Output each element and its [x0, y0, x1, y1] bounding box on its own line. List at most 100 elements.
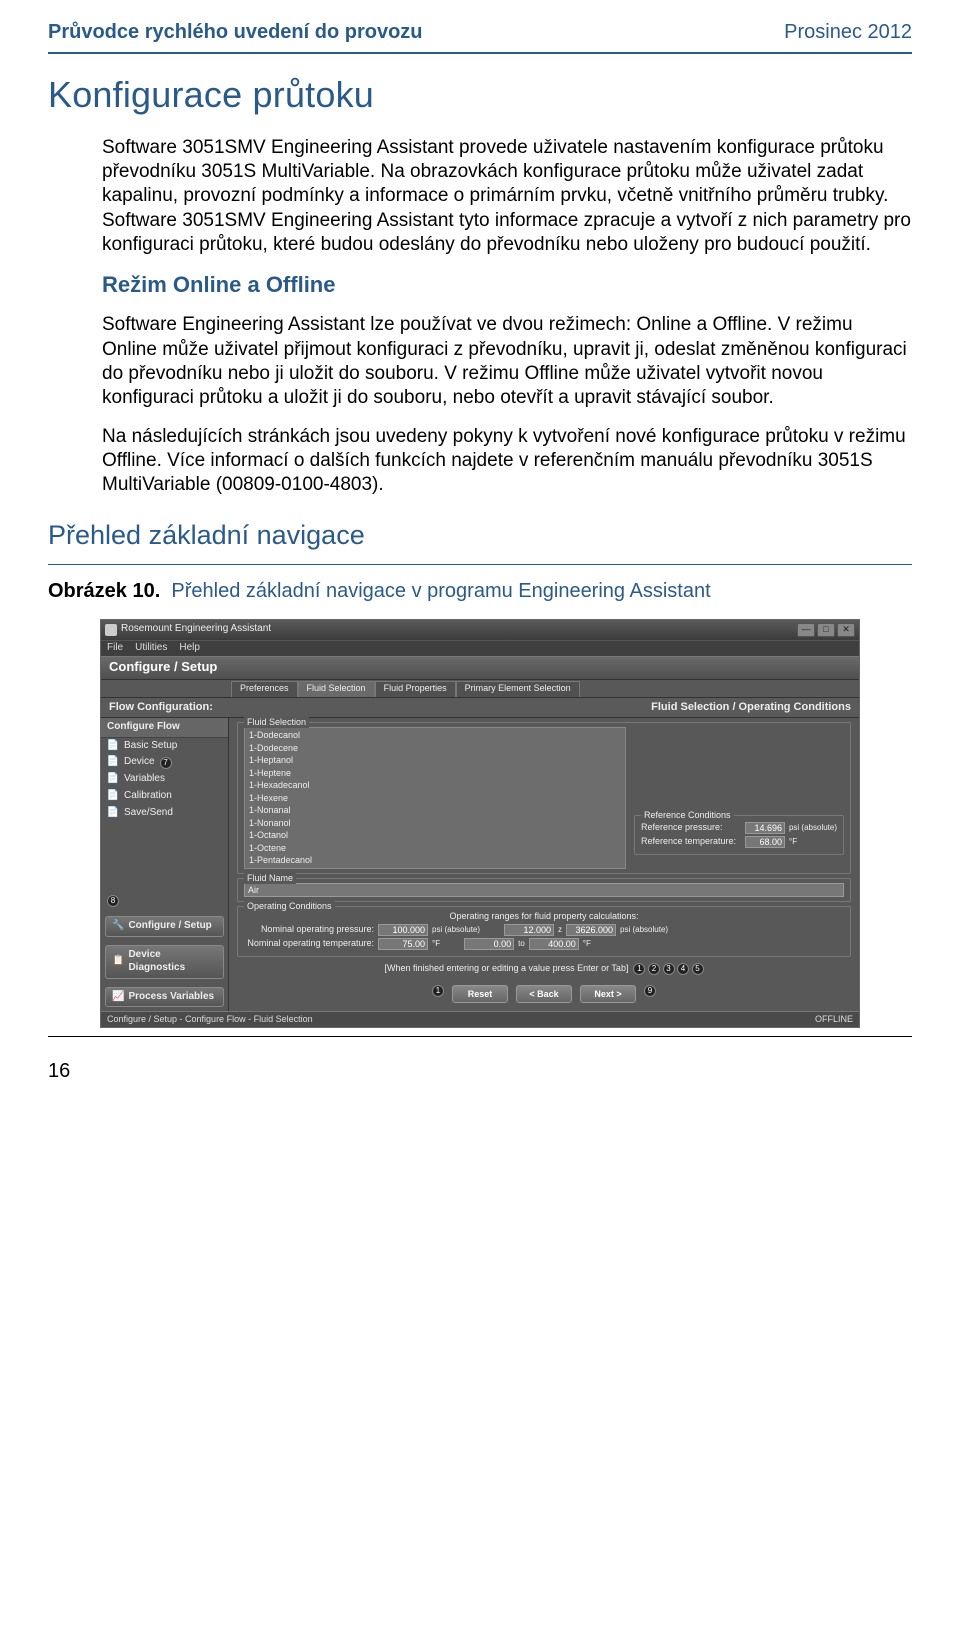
callout-badge-3: 3 [663, 963, 675, 975]
ref-pressure-input[interactable]: 14.696 [745, 822, 785, 834]
op-temp-label: Nominal operating temperature: [244, 938, 374, 950]
ref-pressure-row: Reference pressure: 14.696 psi (absolute… [641, 822, 837, 834]
nav-configure-setup-button[interactable]: 🔧 Configure / Setup [105, 916, 224, 937]
nav-process-variables-button[interactable]: 📈 Process Variables [105, 987, 224, 1008]
gauge-icon: 📈 [112, 991, 124, 1004]
page-icon: 📄 [107, 740, 119, 752]
callout-badge-7: 7 [160, 757, 172, 769]
menu-help[interactable]: Help [179, 642, 200, 655]
status-left: Configure / Setup - Configure Flow - Flu… [107, 1014, 313, 1026]
diagnostics-icon: 📋 [112, 955, 124, 968]
fluid-list-item[interactable]: 1-Heptene [249, 767, 621, 780]
callout-badge-4: 4 [677, 963, 689, 975]
fluid-list-item[interactable]: 1-Hexene [249, 792, 621, 805]
ref-temp-input[interactable]: 68.00 [745, 836, 785, 848]
fluid-list-item[interactable]: 1-Pentanol [249, 867, 621, 868]
hint-row: [When finished entering or editing a val… [237, 963, 851, 975]
op-pressure-high-input[interactable]: 3626.000 [566, 924, 616, 936]
nav-button-label: Configure / Setup [128, 920, 211, 933]
device-icon: 📄 [107, 757, 119, 769]
fluid-listbox[interactable]: 1-Dodecanol1-Dodecene1-Heptanol1-Heptene… [244, 727, 626, 869]
operating-conditions-label: Operating Conditions [244, 901, 335, 913]
sidebar-item-device[interactable]: 📄 Device 7 [101, 754, 228, 771]
callout-badge-btn-1: 1 [432, 985, 444, 997]
tab-fluid-properties[interactable]: Fluid Properties [375, 681, 456, 697]
fluid-list-item[interactable]: 1-Nonanal [249, 805, 621, 818]
fluid-name-group: Fluid Name Air [237, 878, 851, 902]
menu-utilities[interactable]: Utilities [135, 642, 167, 655]
callout-badge-1: 1 [633, 963, 645, 975]
statusbar: Configure / Setup - Configure Flow - Flu… [101, 1011, 859, 1027]
op-temp-low-input[interactable]: 0.00 [464, 938, 514, 950]
op-pressure-to: z [558, 925, 562, 935]
sidebar-item-basic-setup[interactable]: 📄 Basic Setup [101, 738, 228, 755]
sidebar-item-label: Save/Send [124, 807, 173, 820]
fluid-list-item[interactable]: 1-Octene [249, 842, 621, 855]
op-temp-unit: °F [432, 939, 440, 949]
op-temp-unit2: °F [583, 939, 591, 949]
nav-device-diagnostics-button[interactable]: 📋 Device Diagnostics [105, 945, 224, 979]
op-temp-nominal-input[interactable]: 75.00 [378, 938, 428, 950]
tab-preferences[interactable]: Preferences [231, 681, 298, 697]
page-icon: 📄 [107, 790, 119, 802]
page-number: 16 [48, 1059, 912, 1085]
op-temp-row: Nominal operating temperature: 75.00 °F … [244, 938, 844, 950]
tab-strip: Preferences Fluid Selection Fluid Proper… [101, 680, 859, 698]
tab-primary-element[interactable]: Primary Element Selection [456, 681, 580, 697]
sidebar-item-label: Calibration [124, 790, 172, 803]
section-rule [48, 564, 912, 565]
sidebar-item-label: Device [124, 756, 155, 769]
tab-fluid-selection[interactable]: Fluid Selection [298, 681, 375, 697]
figure-title: Přehled základní navigace v programu Eng… [171, 580, 710, 602]
ref-temp-unit: °F [789, 837, 797, 847]
fluid-list-item[interactable]: 1-Dodecanol [249, 730, 621, 743]
sidebar-item-save-send[interactable]: 📄 Save/Send [101, 805, 228, 822]
sidebar-item-calibration[interactable]: 📄 Calibration [101, 788, 228, 805]
fluid-list-item[interactable]: 1-Nonanol [249, 817, 621, 830]
op-pressure-row: Nominal operating pressure: 100.000 psi … [244, 924, 844, 936]
fluid-list-item[interactable]: 1-Pentadecanol [249, 855, 621, 868]
ref-temp-row: Reference temperature: 68.00 °F [641, 836, 837, 848]
doc-header-right: Prosinec 2012 [784, 20, 912, 46]
fluid-list-item[interactable]: 1-Octanol [249, 830, 621, 843]
nav-button-label: Device Diagnostics [128, 949, 217, 975]
paragraph-3: Na následujících stránkách jsou uvedeny … [102, 425, 912, 498]
maximize-button[interactable]: □ [817, 623, 835, 637]
back-button[interactable]: < Back [516, 985, 572, 1003]
op-temp-high-input[interactable]: 400.00 [529, 938, 579, 950]
minimize-button[interactable]: — [797, 623, 815, 637]
op-pressure-low-input[interactable]: 12.000 [504, 924, 554, 936]
page-icon: 📄 [107, 774, 119, 786]
app-title: Rosemount Engineering Assistant [121, 623, 271, 636]
close-button[interactable]: ✕ [837, 623, 855, 637]
fluid-name-label: Fluid Name [244, 873, 296, 885]
fluid-list-item[interactable]: 1-Heptanol [249, 755, 621, 768]
sidebar: Configure Flow 📄 Basic Setup 📄 Device 7 … [101, 718, 229, 1012]
reset-button[interactable]: Reset [452, 985, 508, 1003]
sidebar-section[interactable]: Configure Flow [101, 718, 228, 738]
status-right: OFFLINE [815, 1014, 853, 1026]
fluid-list-item[interactable]: 1-Hexadecanol [249, 780, 621, 793]
menu-file[interactable]: File [107, 642, 123, 655]
nav-button-row: 1 Reset < Back Next > 9 [237, 985, 851, 1003]
op-pressure-nominal-input[interactable]: 100.000 [378, 924, 428, 936]
ref-temp-label: Reference temperature: [641, 836, 741, 848]
intro-paragraph: Software 3051SMV Engineering Assistant p… [102, 136, 912, 258]
op-pressure-unit: psi (absolute) [432, 925, 480, 935]
fluid-selection-group: Fluid Selection 1-Dodecanol1-Dodecene1-H… [237, 722, 851, 874]
doc-header-left: Průvodce rychlého uvedení do provozu [48, 20, 423, 46]
figure-bottom-rule [48, 1036, 912, 1037]
next-button[interactable]: Next > [580, 985, 636, 1003]
paragraph-2: Software Engineering Assistant lze použí… [102, 313, 912, 410]
fluid-name-input[interactable]: Air [244, 883, 844, 897]
page-title: Konfigurace průtoku [48, 72, 912, 118]
section-heading: Přehled základní navigace [48, 518, 912, 553]
header-rule [48, 52, 912, 54]
subheading-rezim: Režim Online a Offline [102, 271, 912, 299]
sidebar-item-variables[interactable]: 📄 Variables [101, 771, 228, 788]
figure-label: Obrázek 10. [48, 580, 160, 602]
sidebar-item-label: Basic Setup [124, 740, 177, 753]
fluid-list-item[interactable]: 1-Dodecene [249, 742, 621, 755]
op-pressure-label: Nominal operating pressure: [244, 924, 374, 936]
hint-text: [When finished entering or editing a val… [384, 963, 628, 973]
